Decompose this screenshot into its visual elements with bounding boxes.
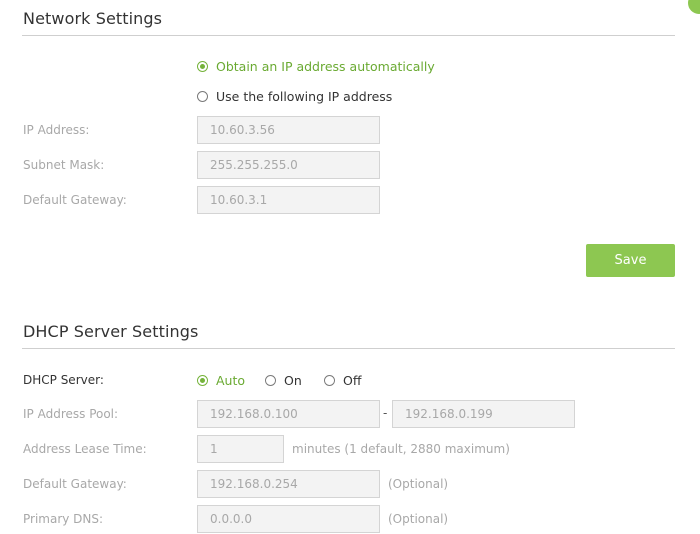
primary-dns-input[interactable]: 0.0.0.0 [197,505,380,533]
radio-dhcp-auto[interactable]: Auto [197,373,245,388]
radio-obtain-ip-automatically[interactable]: Obtain an IP address automatically [197,59,435,74]
dhcp-server-label: DHCP Server: [23,373,104,387]
radio-unchecked-icon [324,375,335,386]
ip-pool-start-input[interactable]: 192.168.0.100 [197,400,380,428]
lease-time-hint: minutes (1 default, 2880 maximum) [292,442,510,456]
primary-dns-label: Primary DNS: [23,512,104,526]
lease-time-input[interactable]: 1 [197,435,284,463]
ip-address-label: IP Address: [23,123,90,137]
subnet-mask-input[interactable]: 255.255.255.0 [197,151,380,179]
radio-use-following-ip[interactable]: Use the following IP address [197,89,392,104]
ip-address-pool-label: IP Address Pool: [23,407,119,421]
network-settings-title: Network Settings [23,9,163,28]
radio-label-dhcp-auto: Auto [216,373,246,388]
radio-unchecked-icon [265,375,276,386]
ip-address-input[interactable]: 10.60.3.56 [197,116,380,144]
ip-pool-end-input[interactable]: 192.168.0.199 [392,400,575,428]
corner-badge [688,0,700,14]
address-lease-time-label: Address Lease Time: [23,442,147,456]
radio-label-manual-ip: Use the following IP address [216,89,393,104]
save-button[interactable]: Save [586,244,675,277]
dhcp-settings-title: DHCP Server Settings [23,322,199,341]
dhcp-default-gateway-label: Default Gateway: [23,477,127,491]
radio-checked-icon [197,375,208,386]
dhcp-divider [22,348,675,349]
subnet-mask-label: Subnet Mask: [23,158,105,172]
radio-dhcp-off[interactable]: Off [324,373,361,388]
radio-label-dhcp-off: Off [343,373,362,388]
dns-optional-hint: (Optional) [388,512,449,526]
radio-checked-icon [197,61,208,72]
ip-pool-separator: - [383,406,388,420]
radio-unchecked-icon [197,91,208,102]
settings-page: Network Settings Obtain an IP address au… [0,0,700,534]
radio-label-dhcp-on: On [284,373,302,388]
dhcp-default-gateway-input[interactable]: 192.168.0.254 [197,470,380,498]
default-gateway-label: Default Gateway: [23,193,127,207]
network-divider [22,35,675,36]
radio-label-auto-ip: Obtain an IP address automatically [216,59,435,74]
gateway-optional-hint: (Optional) [388,477,449,491]
default-gateway-input[interactable]: 10.60.3.1 [197,186,380,214]
radio-dhcp-on[interactable]: On [265,373,302,388]
